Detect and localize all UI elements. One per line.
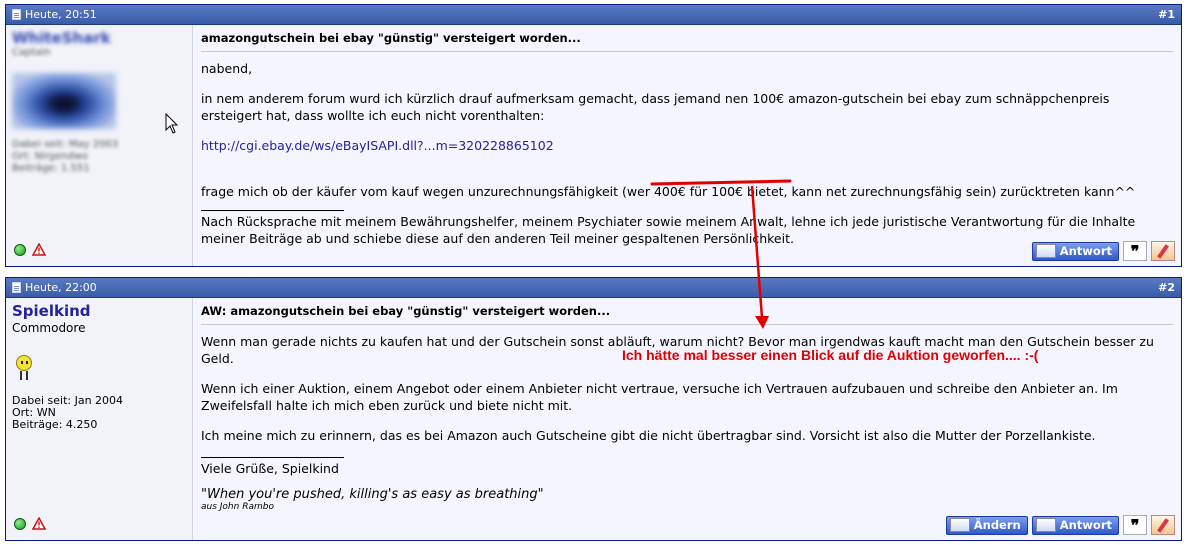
post-header: Heute, 22:00 #2 bbox=[6, 278, 1181, 298]
avatar-smiley-icon bbox=[14, 355, 34, 381]
message-paragraph: Wenn ich einer Auktion, einem Angebot od… bbox=[201, 381, 1118, 413]
post-doc-icon bbox=[12, 282, 21, 293]
ebay-auction-link[interactable]: http://cgi.ebay.de/ws/eBayISAPI.dll?...m… bbox=[201, 138, 554, 153]
signature: Viele Grüße, Spielkind bbox=[201, 461, 339, 476]
user-info: Spielkind Commodore Dabei seit: Jan 2004… bbox=[6, 298, 193, 540]
user-post-count: Beiträge: 4.250 bbox=[12, 418, 98, 431]
post-date: Heute, 22:00 bbox=[25, 281, 97, 294]
signature-quote-author: aus John Rambo bbox=[201, 502, 274, 512]
quick-reply-icon[interactable] bbox=[1151, 515, 1175, 535]
username[interactable]: Spielkind bbox=[12, 302, 186, 320]
signature-divider bbox=[201, 457, 344, 458]
post-1: Heute, 20:51 #1 WhiteShark Captain Dabei… bbox=[5, 4, 1182, 267]
message-paragraph: nabend, bbox=[201, 61, 253, 76]
post-number[interactable]: #2 bbox=[1158, 281, 1175, 294]
quote-icon[interactable]: ❞ bbox=[1123, 515, 1147, 535]
reply-icon bbox=[1035, 244, 1056, 258]
post-message: nabend, in nem anderem forum wurd ich kü… bbox=[201, 60, 1173, 247]
report-warning-icon[interactable] bbox=[32, 517, 46, 530]
message-paragraph: frage mich ob der käufer vom kauf wegen … bbox=[201, 184, 1136, 199]
user-rank: Captain bbox=[12, 47, 51, 58]
annotation-comment: Ich hätte mal besser einen Blick auf die… bbox=[622, 347, 1039, 363]
user-joined: Dabei seit: May 2003 bbox=[12, 139, 119, 150]
highlighted-price: 400€ für 100€ bietet bbox=[653, 184, 784, 199]
user-location: Ort: Nirgendwo bbox=[12, 151, 89, 162]
post-2: Heute, 22:00 #2 Spielkind Commodore Dabe… bbox=[5, 277, 1182, 541]
user-rank: Commodore bbox=[12, 321, 86, 335]
reply-button[interactable]: Antwort bbox=[1031, 241, 1119, 261]
user-post-count: Beiträge: 1.551 bbox=[12, 163, 90, 174]
user-info: WhiteShark Captain Dabei seit: May 2003 … bbox=[6, 25, 193, 266]
quick-reply-icon[interactable] bbox=[1151, 241, 1175, 261]
message-paragraph: in nem anderem forum wurd ich kürzlich d… bbox=[201, 91, 1110, 123]
message-paragraph: Ich meine mich zu erinnern, das es bei A… bbox=[201, 428, 1096, 443]
signature-quote: "When you're pushed, killing's as easy a… bbox=[201, 487, 544, 502]
edit-icon bbox=[949, 518, 970, 532]
reply-button[interactable]: Antwort bbox=[1031, 515, 1119, 535]
signature: Nach Rücksprache mit meinem Bewährungshe… bbox=[201, 214, 1136, 246]
post-date: Heute, 20:51 bbox=[25, 8, 97, 21]
avatar bbox=[12, 73, 116, 129]
username[interactable]: WhiteShark bbox=[12, 29, 186, 47]
mouse-cursor-icon bbox=[165, 113, 179, 134]
post-doc-icon bbox=[12, 9, 21, 20]
post-header: Heute, 20:51 #1 bbox=[6, 5, 1181, 25]
edit-button[interactable]: Ändern bbox=[945, 515, 1028, 535]
post-title: AW: amazongutschein bei ebay "günstig" v… bbox=[201, 302, 1173, 325]
online-status-icon bbox=[14, 243, 26, 256]
signature-divider bbox=[201, 210, 344, 211]
online-status-icon bbox=[14, 517, 26, 530]
reply-icon bbox=[1035, 518, 1056, 532]
post-title: amazongutschein bei ebay "günstig" verst… bbox=[201, 29, 1173, 52]
quote-icon[interactable]: ❞ bbox=[1123, 241, 1147, 261]
post-number[interactable]: #1 bbox=[1158, 8, 1175, 21]
report-warning-icon[interactable] bbox=[32, 243, 46, 256]
